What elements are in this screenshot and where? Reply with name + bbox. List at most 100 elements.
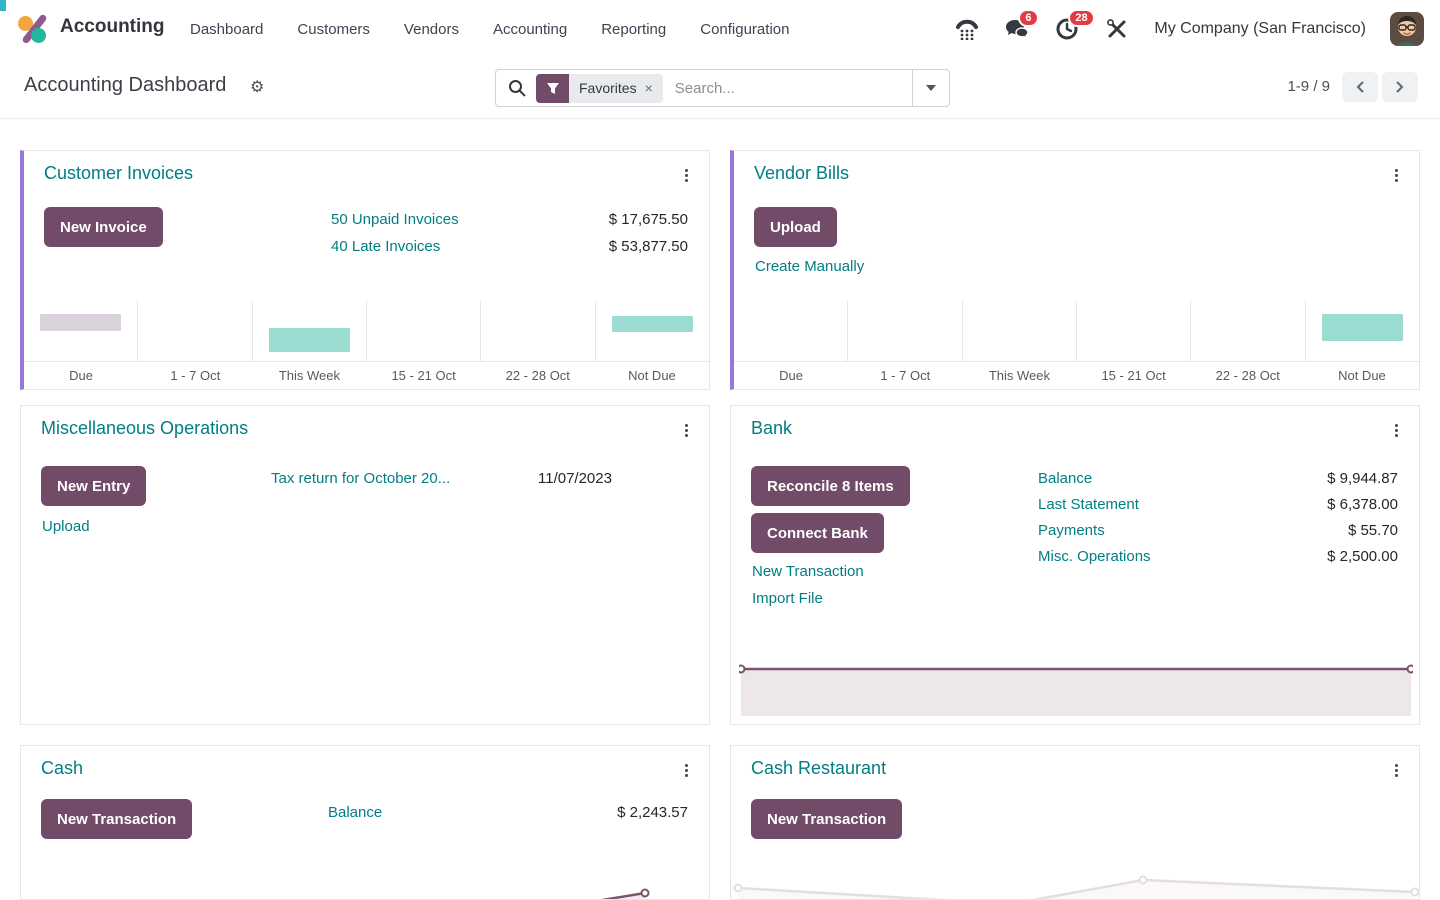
menu-accounting[interactable]: Accounting (493, 21, 567, 38)
aged-receivable-chart[interactable]: Due1 - 7 Oct This Week15 - 21 Oct 22 - 2… (24, 301, 709, 389)
card-bank: Bank Reconcile 8 Items Connect Bank New … (730, 405, 1420, 725)
accounting-app-icon[interactable] (18, 13, 50, 45)
card-vendor-bills: Vendor Bills Upload Create Manually Due1… (730, 150, 1420, 390)
chart-slot (253, 301, 367, 361)
kebab-menu-icon[interactable] (1389, 420, 1403, 440)
search-input[interactable]: Search... (675, 80, 912, 97)
misc-operations-link[interactable]: Misc. Operations (1038, 548, 1151, 565)
top-navbar: Accounting Dashboard Customers Vendors A… (0, 0, 1440, 58)
cash-restaurant-line-chart[interactable] (731, 856, 1420, 900)
cash-balance-amount: $ 2,243.57 (617, 804, 688, 821)
kebab-menu-icon[interactable] (679, 760, 693, 780)
search-dropdown-toggle[interactable] (912, 70, 949, 106)
last-statement-amount: $ 6,378.00 (1327, 496, 1398, 513)
activities-badge: 28 (1068, 9, 1094, 27)
logo-teal-dot (31, 28, 46, 43)
menu-vendors[interactable]: Vendors (404, 21, 459, 38)
gear-icon[interactable]: ⚙ (250, 77, 264, 97)
menu-configuration[interactable]: Configuration (700, 21, 789, 38)
menu-customers[interactable]: Customers (297, 21, 370, 38)
card-cash-restaurant: Cash Restaurant New Transaction (730, 745, 1420, 900)
card-title-misc-operations[interactable]: Miscellaneous Operations (41, 418, 248, 439)
import-file-link[interactable]: Import File (752, 590, 823, 607)
kebab-menu-icon[interactable] (679, 420, 693, 440)
search-icon (508, 79, 526, 97)
kebab-menu-icon[interactable] (1389, 760, 1403, 780)
voip-phone-icon[interactable] (954, 16, 980, 42)
card-cash: Cash New Transaction Balance $ 2,243.57 (20, 745, 710, 900)
card-title-cash[interactable]: Cash (41, 758, 83, 779)
late-invoices-link[interactable]: 40 Late Invoices (331, 238, 440, 255)
chart-bar (612, 316, 694, 332)
kebab-menu-icon[interactable] (679, 165, 693, 185)
card-title-vendor-bills[interactable]: Vendor Bills (754, 163, 849, 184)
chevron-down-icon (926, 85, 936, 91)
kebab-menu-icon[interactable] (1389, 165, 1403, 185)
chart-x-axis-labels: Due1 - 7 Oct This Week15 - 21 Oct 22 - 2… (24, 361, 709, 389)
chart-x-axis-labels: Due1 - 7 Oct This Week15 - 21 Oct 22 - 2… (734, 361, 1419, 389)
chart-slot (596, 301, 709, 361)
payments-amount: $ 55.70 (1348, 522, 1398, 539)
unpaid-invoices-amount: $ 17,675.50 (609, 211, 688, 228)
upload-bill-button[interactable]: Upload (754, 207, 837, 247)
cash-balance-link[interactable]: Balance (328, 804, 382, 821)
company-switcher[interactable]: My Company (San Francisco) (1154, 20, 1366, 38)
misc-operations-amount: $ 2,500.00 (1327, 548, 1398, 565)
chart-slot (481, 301, 595, 361)
page-title: Accounting Dashboard (24, 74, 226, 97)
card-title-bank[interactable]: Bank (751, 418, 792, 439)
new-transaction-button[interactable]: New Transaction (41, 799, 192, 839)
chart-slot (963, 301, 1077, 361)
payments-link[interactable]: Payments (1038, 522, 1105, 539)
card-title-cash-restaurant[interactable]: Cash Restaurant (751, 758, 886, 779)
new-transaction-link[interactable]: New Transaction (752, 563, 864, 580)
new-transaction-button[interactable]: New Transaction (751, 799, 902, 839)
cash-balance-line-chart[interactable] (21, 856, 710, 900)
chart-slot (1191, 301, 1305, 361)
chart-slot (1077, 301, 1191, 361)
tools-icon[interactable] (1104, 16, 1130, 42)
tax-return-date: 11/07/2023 (538, 470, 612, 487)
facet-remove-icon[interactable]: × (645, 80, 653, 96)
last-statement-link[interactable]: Last Statement (1038, 496, 1139, 513)
activities-clock-icon[interactable]: 28 (1054, 16, 1080, 42)
pager-previous-button[interactable] (1342, 72, 1378, 102)
menu-dashboard[interactable]: Dashboard (190, 21, 263, 38)
menu-reporting[interactable]: Reporting (601, 21, 666, 38)
app-name[interactable]: Accounting (60, 16, 165, 38)
reconcile-items-button[interactable]: Reconcile 8 Items (751, 466, 910, 506)
pager-next-button[interactable] (1382, 72, 1418, 102)
chart-slot (848, 301, 962, 361)
chart-slot (367, 301, 481, 361)
filter-icon (536, 74, 569, 103)
corner-loading-artifact (0, 0, 6, 11)
chart-slot (734, 301, 848, 361)
unpaid-invoices-link[interactable]: 50 Unpaid Invoices (331, 211, 459, 228)
messages-badge: 6 (1018, 9, 1038, 27)
chart-slot (1306, 301, 1419, 361)
search-bar[interactable]: Favorites × Search... (495, 69, 950, 107)
chart-slot (24, 301, 138, 361)
new-invoice-button[interactable]: New Invoice (44, 207, 163, 247)
card-title-customer-invoices[interactable]: Customer Invoices (44, 163, 193, 184)
pager-counter: 1-9 / 9 (1287, 78, 1330, 95)
systray: 6 28 My Company (San Francisco) (954, 0, 1424, 58)
chart-slot (138, 301, 252, 361)
bank-balance-line-chart[interactable] (739, 661, 1413, 723)
card-customer-invoices: Customer Invoices New Invoice 50 Unpaid … (20, 150, 710, 390)
card-miscellaneous-operations: Miscellaneous Operations New Entry Uploa… (20, 405, 710, 725)
messages-icon[interactable]: 6 (1004, 16, 1030, 42)
connect-bank-button[interactable]: Connect Bank (751, 513, 884, 553)
new-entry-button[interactable]: New Entry (41, 466, 146, 506)
tax-return-link[interactable]: Tax return for October 20... (271, 470, 450, 487)
balance-amount: $ 9,944.87 (1327, 470, 1398, 487)
aged-payable-chart[interactable]: Due1 - 7 Oct This Week15 - 21 Oct 22 - 2… (734, 301, 1419, 389)
create-manually-link[interactable]: Create Manually (755, 258, 864, 275)
user-avatar[interactable] (1390, 12, 1424, 46)
search-facet-favorites[interactable]: Favorites × (536, 74, 663, 103)
control-panel: Accounting Dashboard ⚙ Favorites × (0, 58, 1440, 119)
chart-bar (1322, 314, 1404, 341)
upload-link[interactable]: Upload (42, 518, 90, 535)
balance-link[interactable]: Balance (1038, 470, 1092, 487)
late-invoices-amount: $ 53,877.50 (609, 238, 688, 255)
